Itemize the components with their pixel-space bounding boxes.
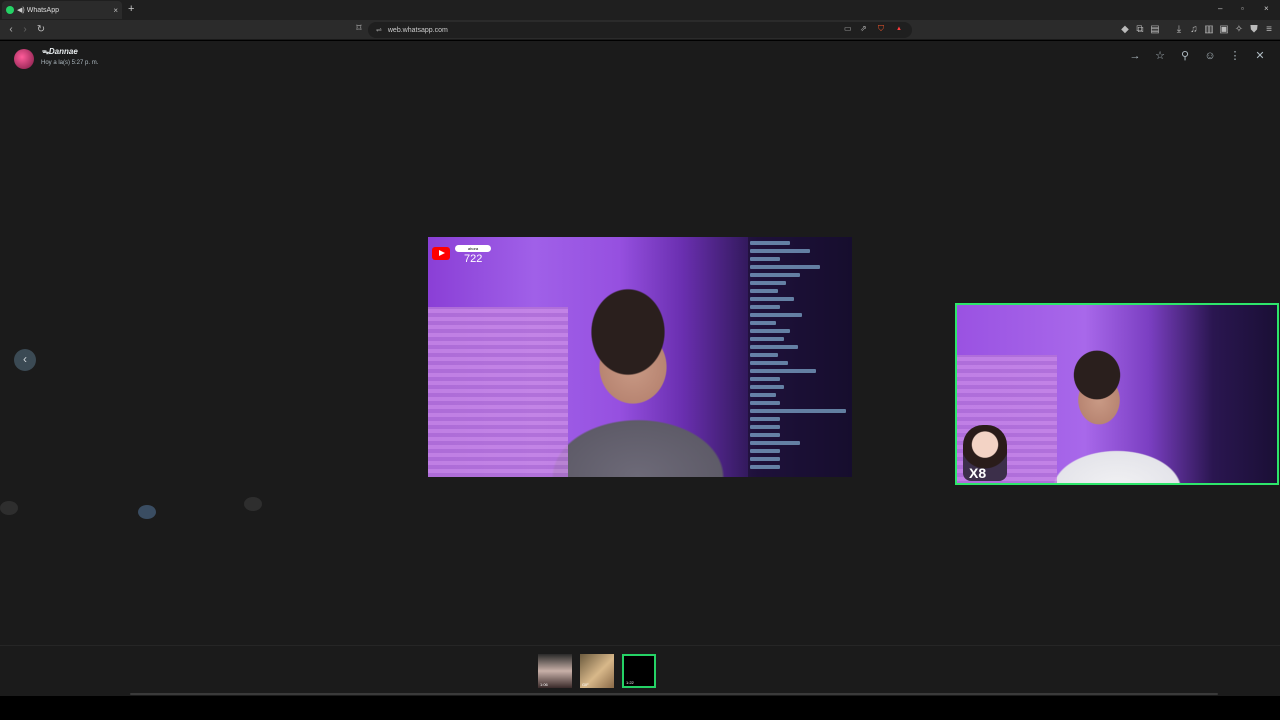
bookmark-icon[interactable]: ⌑: [352, 22, 366, 36]
minimize-button[interactable]: –: [1218, 3, 1222, 15]
reload-icon[interactable]: ↻: [34, 23, 48, 37]
new-tab-button[interactable]: +: [128, 3, 134, 15]
youtube-icon: [432, 247, 450, 260]
thumbnail-strip: 1:06 GIF 1:22: [0, 645, 1280, 696]
sidebar-icon[interactable]: ▥: [1202, 23, 1216, 37]
thumbnail-item[interactable]: GIF: [580, 654, 614, 688]
background-doodle: [244, 497, 262, 511]
whatsapp-favicon-icon: [6, 6, 14, 14]
main-video[interactable]: ahora 722: [428, 237, 852, 477]
brave-rewards-icon[interactable]: ▲: [896, 26, 902, 32]
video-bed-area: [428, 307, 568, 477]
video-chat-overlay: [748, 237, 852, 477]
browser-tab-whatsapp[interactable]: ◀) WhatsApp ×: [2, 1, 122, 19]
pip-sticker-text: X8: [969, 465, 987, 481]
background-doodle: [0, 501, 18, 515]
thumbnail-item[interactable]: 1:06: [538, 654, 572, 688]
sender-name: ᯓDannae: [41, 47, 78, 56]
media-header: ᯓDannae Hoy a la(s) 5:27 p. m.: [14, 46, 98, 69]
browser-tab-bar: ◀) WhatsApp × + – ▫ ×: [0, 0, 1280, 20]
tab-title: WhatsApp: [26, 6, 60, 14]
scrollbar-thumb[interactable]: [130, 693, 1218, 695]
live-pill: ahora: [455, 245, 491, 252]
bottom-bar: [0, 696, 1280, 720]
menu-icon[interactable]: ⋮: [1228, 49, 1242, 63]
browser-toolbar: ‹ › ↻ ⌑ ⇌ web.whatsapp.com ▭ ⇗ ⛉ ▲ ◆ ⧉ ▤…: [0, 20, 1280, 40]
tabs-icon[interactable]: ▣: [1217, 23, 1231, 37]
viewer-count: 722: [464, 253, 483, 265]
browser-menu-icon[interactable]: ≡: [1262, 23, 1276, 37]
avatar[interactable]: [14, 49, 34, 69]
speaker-icon[interactable]: ◀): [17, 6, 25, 14]
star-icon[interactable]: ☆: [1153, 49, 1167, 63]
maximize-button[interactable]: ▫: [1241, 3, 1244, 15]
vpn-icon[interactable]: ⛊: [1247, 23, 1261, 37]
site-info-icon[interactable]: ⇌: [376, 26, 382, 34]
emoji-icon[interactable]: ☺: [1203, 49, 1217, 63]
brave-shield-icon[interactable]: ⛉: [878, 24, 884, 34]
wallet-icon[interactable]: ◆: [1118, 23, 1132, 37]
window-close-button[interactable]: ×: [1264, 3, 1269, 15]
address-bar[interactable]: ⇌ web.whatsapp.com ▭ ⇗ ⛉ ▲: [368, 22, 912, 38]
thumbnail-duration: GIF: [582, 682, 589, 687]
thumbnail-duration: 1:06: [540, 682, 548, 687]
thumbnail-duration: 1:22: [626, 680, 634, 685]
previous-media-button[interactable]: ‹: [14, 349, 36, 371]
url-text: web.whatsapp.com: [387, 26, 448, 34]
back-icon[interactable]: ‹: [4, 23, 18, 37]
pip-video[interactable]: X8: [955, 303, 1279, 485]
reader-icon[interactable]: ▭: [844, 24, 852, 33]
extension-2-icon[interactable]: ▤: [1148, 23, 1162, 37]
download-icon[interactable]: ⤓: [1172, 23, 1186, 37]
media-viewer: ᯓDannae Hoy a la(s) 5:27 p. m. → ☆ ⚲ ☺ ⋮…: [0, 41, 1280, 696]
forward-nav-icon[interactable]: ›: [18, 23, 32, 37]
share-icon[interactable]: ⇗: [860, 24, 867, 33]
background-doodle: [138, 505, 156, 519]
media-icon[interactable]: ♫: [1187, 23, 1201, 37]
tab-close-icon[interactable]: ×: [113, 6, 118, 15]
extension-icon[interactable]: ⧉: [1133, 23, 1147, 37]
forward-icon[interactable]: →: [1128, 49, 1142, 63]
close-icon[interactable]: ✕: [1253, 49, 1267, 63]
pin-icon[interactable]: ⚲: [1178, 49, 1192, 63]
leo-icon[interactable]: ✧: [1232, 23, 1246, 37]
message-timestamp: Hoy a la(s) 5:27 p. m.: [41, 60, 99, 66]
thumbnail-item-selected[interactable]: 1:22: [622, 654, 656, 688]
